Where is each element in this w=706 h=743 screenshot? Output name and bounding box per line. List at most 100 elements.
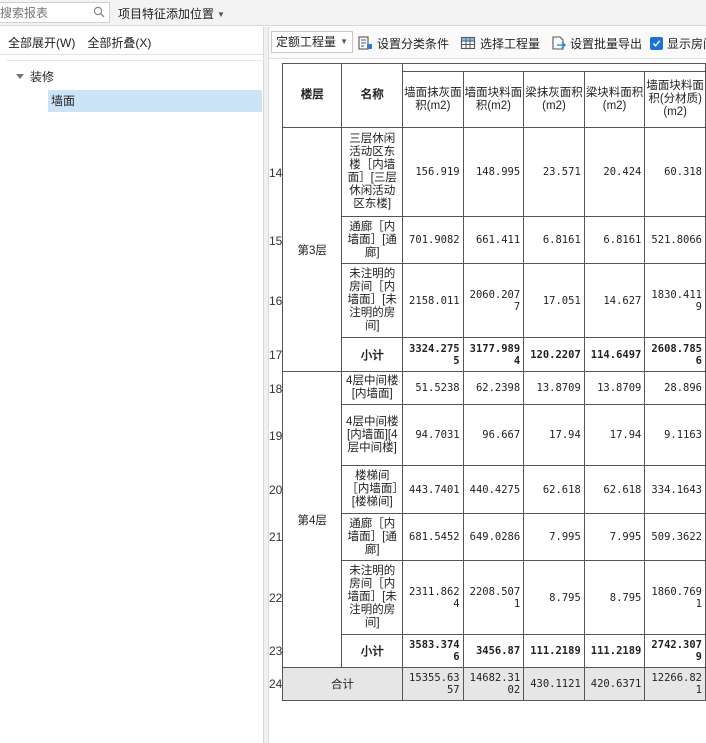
subtotal-cell[interactable]: 3583.3746: [402, 634, 464, 668]
column-header-floor[interactable]: 楼层: [281, 63, 343, 128]
value-cell[interactable]: 7.995: [583, 513, 646, 561]
value-cell[interactable]: 13.8709: [583, 371, 646, 405]
value-cell[interactable]: 681.5452: [402, 513, 464, 561]
set-batch-export-button[interactable]: 设置批量导出: [550, 33, 642, 53]
value-cell[interactable]: 17.94: [523, 404, 585, 466]
show-rooms-toggle[interactable]: 显示房间: [650, 33, 706, 53]
table-row[interactable]: 通廊［内墙面］[通廊] 701.9082 661.411 6.8161 6.81…: [283, 216, 706, 264]
name-cell[interactable]: 4层中间楼[内墙面]: [341, 371, 404, 405]
value-cell[interactable]: 62.618: [523, 465, 585, 514]
subtotal-cell[interactable]: 2742.3079: [644, 634, 706, 668]
value-cell[interactable]: 9.1163: [644, 404, 706, 466]
select-quantity-button[interactable]: 选择工程量: [460, 33, 540, 53]
value-cell[interactable]: 13.8709: [523, 371, 585, 405]
subtotal-row[interactable]: 小计 3324.2755 3177.9894 120.2207 114.6497…: [283, 337, 706, 372]
report-search-input[interactable]: [0, 3, 86, 22]
table-row[interactable]: 通廊［内墙面］[通廊] 681.5452 649.0286 7.995 7.99…: [283, 513, 706, 561]
value-cell[interactable]: 17.94: [583, 404, 646, 466]
subtotal-cell[interactable]: 3177.9894: [462, 337, 525, 372]
value-cell[interactable]: 6.8161: [523, 216, 585, 264]
total-cell[interactable]: 12266.821: [644, 667, 706, 701]
value-cell[interactable]: 20.424: [583, 127, 646, 217]
total-cell[interactable]: 420.6371: [583, 667, 646, 701]
floor-cell[interactable]: 第4层: [281, 371, 343, 668]
total-cell[interactable]: 430.1121: [523, 667, 585, 701]
expand-all-button[interactable]: 全部展开(W): [8, 33, 75, 55]
value-cell[interactable]: 62.2398: [462, 371, 525, 405]
quantity-type-select[interactable]: 定额工程量 ▼: [271, 31, 353, 53]
value-cell[interactable]: 14.627: [583, 263, 646, 338]
value-cell[interactable]: 60.318: [644, 127, 706, 217]
value-cell[interactable]: 1860.7691: [644, 560, 706, 635]
name-cell[interactable]: 楼梯间［内墙面］[楼梯间]: [341, 465, 404, 514]
table-row[interactable]: 第3层 三层休闲活动区东楼［内墙面］[三层休闲活动区东楼] 156.919 14…: [281, 127, 706, 372]
search-icon[interactable]: [93, 6, 105, 18]
value-cell[interactable]: 440.4275: [462, 465, 525, 514]
value-cell[interactable]: 334.1643: [644, 465, 706, 514]
column-header-beam-plaster[interactable]: 梁抹灰面积(m2): [523, 71, 585, 128]
table-row[interactable]: 4层中间楼[内墙面][4层中间楼] 94.7031 96.667 17.94 1…: [283, 404, 706, 466]
name-cell[interactable]: 4层中间楼[内墙面][4层中间楼]: [341, 404, 404, 466]
name-cell[interactable]: 未注明的房间［内墙面］[未注明的房间]: [341, 560, 404, 635]
column-header-wall-tile[interactable]: 墙面块料面积(m2): [462, 71, 525, 128]
name-cell[interactable]: 三层休闲活动区东楼［内墙面］[三层休闲活动区东楼]: [341, 127, 404, 217]
name-cell[interactable]: 通廊［内墙面］[通廊]: [341, 513, 404, 561]
value-cell[interactable]: 28.896: [644, 371, 706, 405]
name-cell[interactable]: 未注明的房间［内墙面］[未注明的房间]: [341, 263, 404, 338]
value-cell[interactable]: 521.8066: [644, 216, 706, 264]
value-cell[interactable]: 661.411: [462, 216, 525, 264]
subtotal-row[interactable]: 小计 3583.3746 3456.87 111.2189 111.2189 2…: [283, 634, 706, 668]
table-row[interactable]: 第4层 4层中间楼[内墙面] 51.5238 62.2398 13.8709 1…: [281, 371, 706, 668]
value-cell[interactable]: 7.995: [523, 513, 585, 561]
tree-expand-arrow-icon[interactable]: [16, 73, 24, 79]
column-header-wall-tile-material[interactable]: 墙面块料面积(分材质)(m2): [644, 71, 706, 128]
value-cell[interactable]: 701.9082: [402, 216, 464, 264]
tree-node-wall-surface[interactable]: 墙面: [48, 90, 262, 112]
column-header-name[interactable]: 名称: [341, 63, 404, 128]
report-search-box[interactable]: [0, 2, 110, 23]
value-cell[interactable]: 51.5238: [402, 371, 464, 405]
value-cell[interactable]: 2311.8624: [402, 560, 464, 635]
value-cell[interactable]: 8.795: [523, 560, 585, 635]
tree-node-decoration[interactable]: 装修: [16, 67, 54, 85]
subtotal-cell[interactable]: 120.2207: [523, 337, 585, 372]
subtotal-cell[interactable]: 111.2189: [523, 634, 585, 668]
subtotal-cell[interactable]: 3324.2755: [402, 337, 464, 372]
value-cell[interactable]: 2158.011: [402, 263, 464, 338]
total-cell[interactable]: 15355.6357: [402, 667, 464, 701]
value-cell[interactable]: 649.0286: [462, 513, 525, 561]
subtotal-cell[interactable]: 114.6497: [583, 337, 646, 372]
checkbox-checked-icon[interactable]: [650, 36, 663, 50]
value-cell[interactable]: 94.7031: [402, 404, 464, 466]
value-cell[interactable]: 156.919: [402, 127, 464, 217]
value-cell[interactable]: 96.667: [462, 404, 525, 466]
value-cell[interactable]: 6.8161: [583, 216, 646, 264]
subtotal-cell[interactable]: 2608.7856: [644, 337, 706, 372]
total-row[interactable]: 合计 15355.6357 14682.3102 430.1121 420.63…: [281, 667, 706, 701]
value-cell[interactable]: 23.571: [523, 127, 585, 217]
table-row[interactable]: 未注明的房间［内墙面］[未注明的房间] 2311.8624 2208.5071 …: [283, 560, 706, 635]
value-cell[interactable]: 62.618: [583, 465, 646, 514]
value-cell[interactable]: 509.3622: [644, 513, 706, 561]
name-cell[interactable]: 通廊［内墙面］[通廊]: [341, 216, 404, 264]
value-cell[interactable]: 1830.4119: [644, 263, 706, 338]
tree-node-label: 装修: [30, 69, 55, 84]
set-category-button[interactable]: 设置分类条件: [357, 33, 449, 53]
subtotal-cell[interactable]: 3456.87: [462, 634, 525, 668]
value-cell[interactable]: 17.051: [523, 263, 585, 338]
value-cell[interactable]: 148.995: [462, 127, 525, 217]
column-header-beam-tile[interactable]: 梁块料面积(m2): [583, 71, 646, 128]
project-feature-position-menu[interactable]: 项目特征添加位置 ▼: [118, 5, 225, 22]
collapse-all-button[interactable]: 全部折叠(X): [87, 33, 151, 55]
value-cell[interactable]: 2060.2077: [462, 263, 525, 338]
column-header-wall-plaster[interactable]: 墙面抹灰面积(m2): [402, 71, 464, 128]
value-cell[interactable]: 443.7401: [402, 465, 464, 514]
subtotal-cell[interactable]: 111.2189: [583, 634, 646, 668]
total-cell[interactable]: 14682.3102: [462, 667, 525, 701]
row-number: 22: [269, 591, 283, 605]
value-cell[interactable]: 2208.5071: [462, 560, 525, 635]
floor-cell[interactable]: 第3层: [281, 127, 343, 372]
value-cell[interactable]: 8.795: [583, 560, 646, 635]
table-row[interactable]: 未注明的房间［内墙面］[未注明的房间] 2158.011 2060.2077 1…: [283, 263, 706, 338]
table-row[interactable]: 楼梯间［内墙面］[楼梯间] 443.7401 440.4275 62.618 6…: [283, 465, 706, 514]
